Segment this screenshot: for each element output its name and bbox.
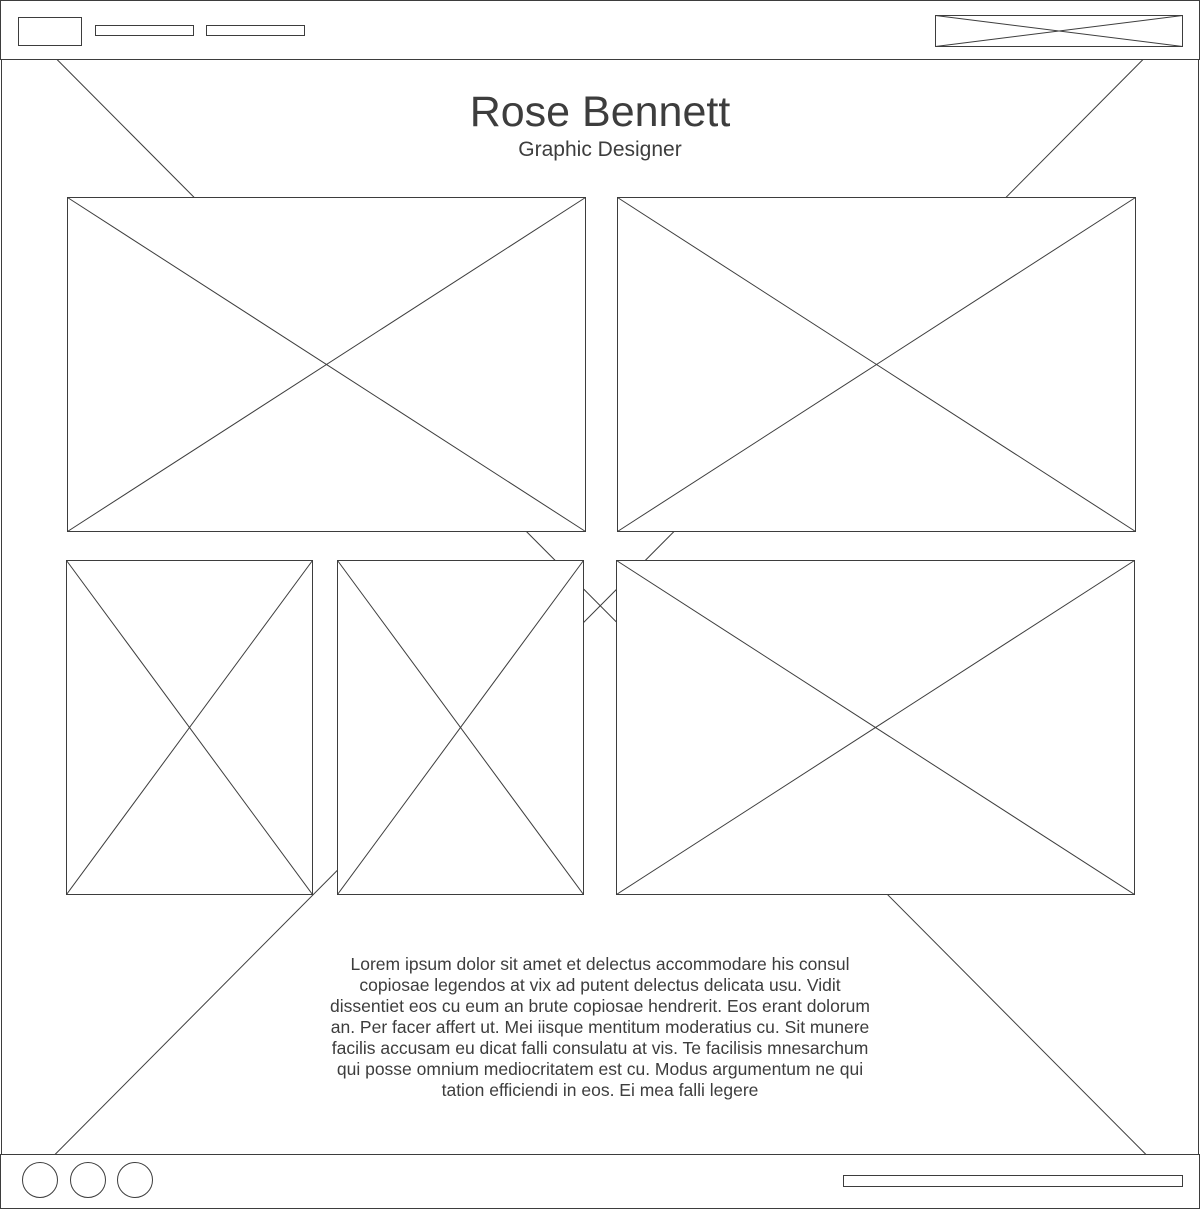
logo-placeholder[interactable] — [18, 17, 82, 46]
gallery-image-1[interactable] — [67, 197, 586, 532]
social-icon-2[interactable] — [70, 1162, 106, 1198]
gallery-image-3[interactable] — [66, 560, 313, 895]
wireframe-page: Rose Bennett Graphic Designer Lorem ipsu… — [0, 0, 1200, 1209]
about-text: Lorem ipsum dolor sit amet et delectus a… — [330, 954, 870, 1100]
gallery-image-2[interactable] — [617, 197, 1136, 532]
header-banner-image-placeholder[interactable] — [935, 15, 1183, 47]
designer-name: Rose Bennett — [469, 88, 731, 136]
gallery-image-4[interactable] — [337, 560, 584, 895]
social-icon-3[interactable] — [117, 1162, 153, 1198]
nav-link-2[interactable] — [206, 25, 305, 36]
gallery-image-5[interactable] — [616, 560, 1135, 895]
designer-role: Graphic Designer — [518, 138, 682, 161]
social-icon-1[interactable] — [22, 1162, 58, 1198]
nav-link-1[interactable] — [95, 25, 194, 36]
footer-link-placeholder[interactable] — [843, 1175, 1183, 1187]
